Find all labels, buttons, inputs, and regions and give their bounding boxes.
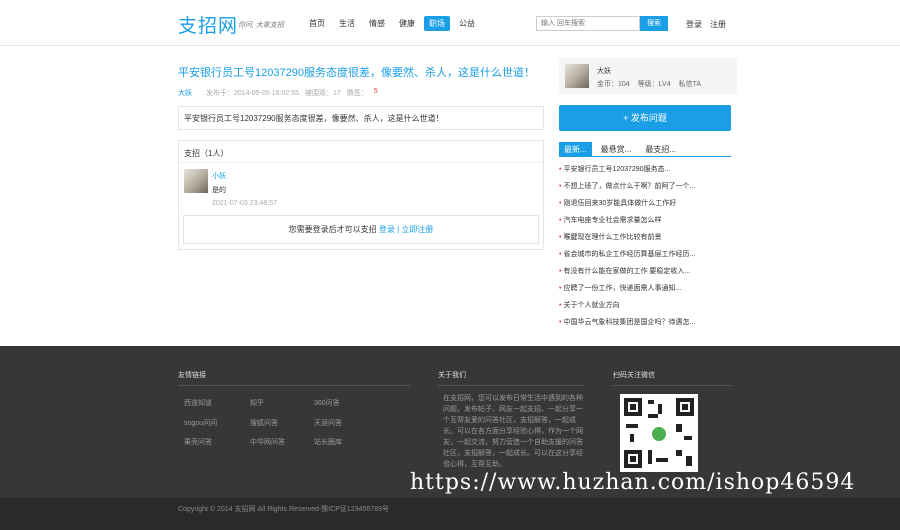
wechat-logo-icon (650, 425, 668, 443)
friends-title: 友情链接 (178, 372, 206, 379)
nav-item-emotion[interactable]: 情感 (364, 16, 390, 31)
friend-link[interactable]: 站长圈库 (314, 437, 342, 447)
list-item[interactable]: 有没有什么能在家做的工作 要稳定收入... (559, 266, 731, 283)
friend-link[interactable]: 知乎 (250, 398, 264, 408)
about-text: 在支招网，您可以发布日常生活中遇到的各种问题，发布帖子、网友一起支招、一起分享一… (443, 395, 583, 468)
search-input[interactable] (536, 16, 640, 31)
friend-link[interactable]: 中华网问答 (250, 437, 285, 447)
main-nav: 首页 生活 情感 健康 职场 公益 (304, 16, 484, 31)
search-button[interactable]: 搜索 (640, 16, 668, 31)
about-title: 关于我们 (438, 372, 466, 379)
list-item[interactable]: 应聘了一份工作，快递面需人事通知... (559, 283, 731, 300)
divider (438, 385, 584, 386)
list-item[interactable]: 关于个人就业方向 (559, 300, 731, 317)
copyright-bar: Copyright © 2014 支招网 All Rights Reserved… (0, 498, 900, 530)
login-tip-register-link[interactable]: 立即注册 (401, 225, 433, 234)
question-published: 发布于：2014-05-05 16:02:55 (206, 90, 299, 97)
login-link[interactable]: 登录 (686, 19, 702, 30)
list-item[interactable]: 省会城市的私企工作经历算基层工作经历... (559, 249, 731, 266)
question-title: 平安银行员工号12037290服务态度很差，像要然、杀人，这是什么世道！ (178, 67, 535, 79)
question-author[interactable]: 大妖 (178, 88, 192, 98)
question-meta: 大妖 发布于：2014-05-05 16:02:55 被围观：17 鼎签： 5 (178, 88, 384, 98)
login-tip: 您需要登录后才可以支招 登录 | 立即注册 (183, 215, 539, 244)
list-item[interactable]: 不想上班了，做点什么干啊？前阿了一个... (559, 181, 731, 198)
wechat-qr-code (620, 394, 698, 472)
list-item[interactable]: 刚退伍回来30岁能具体做什么工作好 (559, 198, 731, 215)
tab-latest[interactable]: 最新... (559, 142, 592, 156)
answers-panel: 支招（1人） 小妖 是的 2021-07-03 23:48:57 您需要登录后才… (178, 140, 544, 250)
list-item[interactable]: 喉腱现在理什么工作比较有前景 (559, 232, 731, 249)
user-stats: 金币：104 等级：LV4 私信TA (597, 79, 709, 89)
nav-item-charity[interactable]: 公益 (454, 16, 480, 31)
divider (178, 385, 410, 386)
friend-link[interactable]: sogou问问 (184, 418, 217, 428)
answer-time: 2021-07-03 23:48:57 (212, 200, 277, 207)
nav-item-health[interactable]: 健康 (394, 16, 420, 31)
qr-title: 扫码关注微信 (613, 372, 655, 379)
friend-link[interactable]: 搜狐问答 (250, 418, 278, 428)
question-views: 被围观：17 (305, 90, 341, 97)
user-coins: 金币：104 (597, 81, 630, 88)
friend-link[interactable]: 西道知道 (184, 398, 212, 408)
answer-avatar[interactable] (184, 169, 208, 193)
divider (179, 162, 543, 163)
ask-question-button[interactable]: + 发布问题 (559, 105, 731, 131)
watermark: https://www.huzhan.com/ishop46594 (410, 470, 856, 495)
divider (613, 385, 731, 386)
friend-link[interactable]: 果壳问答 (184, 437, 212, 447)
user-avatar[interactable] (565, 64, 589, 88)
question-tabs: 最新... 最悬赏... 最支招... (559, 142, 731, 157)
answer-text: 是的 (212, 187, 226, 194)
nav-item-workplace[interactable]: 职场 (424, 16, 450, 31)
question-likes-label: 鼎签： (346, 90, 368, 97)
user-card: 大妖 金币：104 等级：LV4 私信TA (559, 58, 737, 94)
user-name[interactable]: 大妖 (597, 66, 611, 76)
tab-reward[interactable]: 最悬赏... (596, 142, 637, 156)
question-content: 平安银行员工号12037290服务态度很差，像要然、杀人，这是什么世道！ (178, 106, 544, 130)
site-header: 支招网 你问, 大家支招 首页 生活 情感 健康 职场 公益 搜索 登录 注册 (0, 0, 900, 46)
user-level: 等级：LV4 (637, 81, 671, 88)
copyright-text: Copyright © 2014 支招网 All Rights Reserved… (178, 506, 389, 513)
tab-most-answers[interactable]: 最支招... (640, 142, 681, 156)
list-item[interactable]: 中国华云气象科技集团是国企吗？待遇怎... (559, 317, 731, 334)
answer-user[interactable]: 小妖 (212, 171, 226, 181)
friend-link[interactable]: 360问答 (314, 398, 340, 408)
nav-item-home[interactable]: 首页 (304, 16, 330, 31)
site-slogan: 你问, 大家支招 (238, 22, 284, 29)
list-item[interactable]: 平安银行员工号12037290服务态... (559, 164, 731, 181)
register-link[interactable]: 注册 (710, 19, 726, 30)
login-tip-login-link[interactable]: 登录 (379, 225, 395, 234)
message-link[interactable]: 私信TA (679, 79, 701, 89)
site-logo[interactable]: 支招网 (178, 11, 238, 38)
nav-item-life[interactable]: 生活 (334, 16, 360, 31)
question-list: 平安银行员工号12037290服务态... 不想上班了，做点什么干啊？前阿了一个… (559, 164, 731, 334)
list-item[interactable]: 汽车电座专业社会需求量怎么样 (559, 215, 731, 232)
answers-header: 支招（1人） (184, 149, 229, 158)
login-tip-text: 您需要登录后才可以支招 (288, 225, 377, 234)
question-likes-count: 5 (373, 88, 378, 95)
friend-link[interactable]: 天涯问答 (314, 418, 342, 428)
